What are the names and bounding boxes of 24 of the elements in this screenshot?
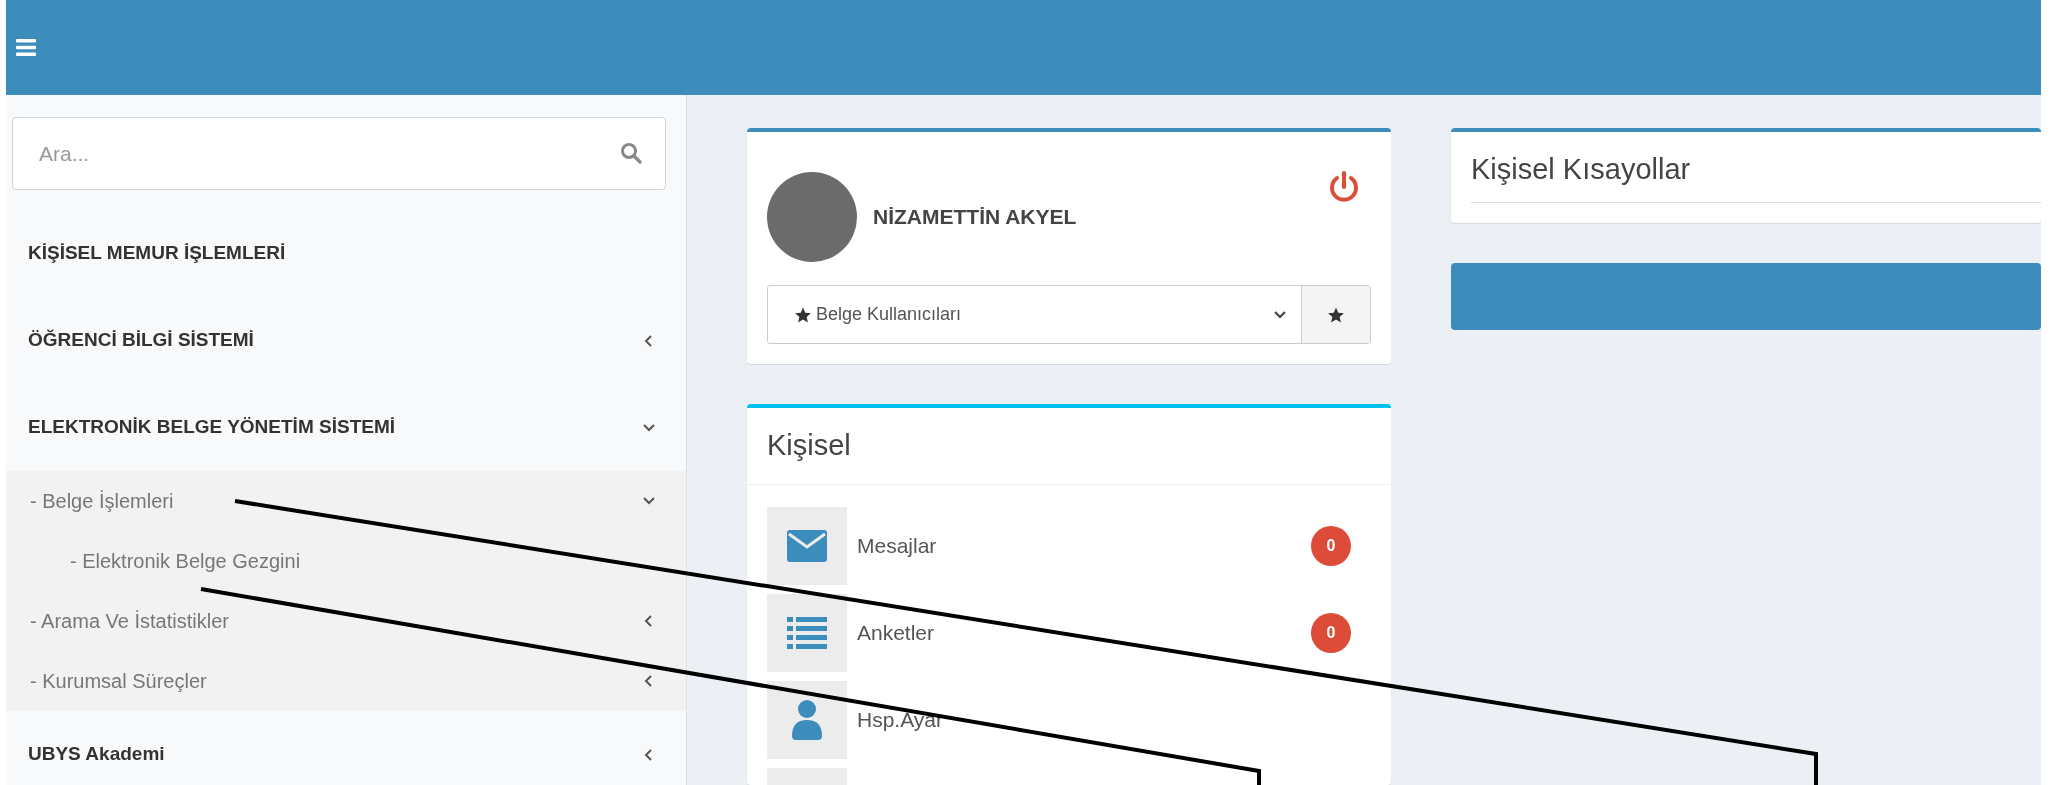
shortcut-item[interactable]: Hsp.Ayar — [767, 680, 1371, 759]
count-badge: 0 — [1311, 612, 1351, 653]
count-badge: 0 — [1311, 525, 1351, 566]
menu-item[interactable]: - Kurumsal Süreçler — [6, 651, 686, 711]
user-name: NİZAMETTİN AKYEL — [873, 204, 1077, 231]
shortcut-item[interactable]: Mesajlar 0 — [767, 506, 1371, 585]
menu-item[interactable]: KİŞİSEL MEMUR İŞLEMLERİ — [6, 210, 686, 297]
card-title: Kişisel — [747, 408, 1391, 485]
favorite-button[interactable] — [1302, 286, 1370, 343]
menu-item[interactable]: ELEKTRONİK BELGE YÖNETİM SİSTEMİ — [6, 384, 686, 471]
user-icon — [792, 699, 822, 740]
menu-icon[interactable] — [16, 39, 36, 56]
search-icon[interactable] — [620, 142, 642, 164]
menu-item[interactable]: - Arama Ve İstatistikler — [6, 591, 686, 651]
card-title: Kişisel Kısayollar — [1471, 132, 2041, 203]
list-icon — [787, 616, 827, 649]
menu-item[interactable]: - Belge İşlemleri — [6, 471, 686, 531]
power-icon[interactable] — [1327, 170, 1361, 204]
shortcut-item[interactable]: Anketler 0 — [767, 593, 1371, 672]
search-field[interactable]: Ara... — [12, 117, 666, 190]
menu-item[interactable]: - Elektronik Belge Gezgini — [6, 531, 686, 591]
envelope-icon — [787, 529, 827, 562]
menu-item[interactable]: UBYS Akademi — [6, 711, 686, 785]
menu-item[interactable]: ÖĞRENCİ BİLGİ SİSTEMİ — [6, 297, 686, 384]
